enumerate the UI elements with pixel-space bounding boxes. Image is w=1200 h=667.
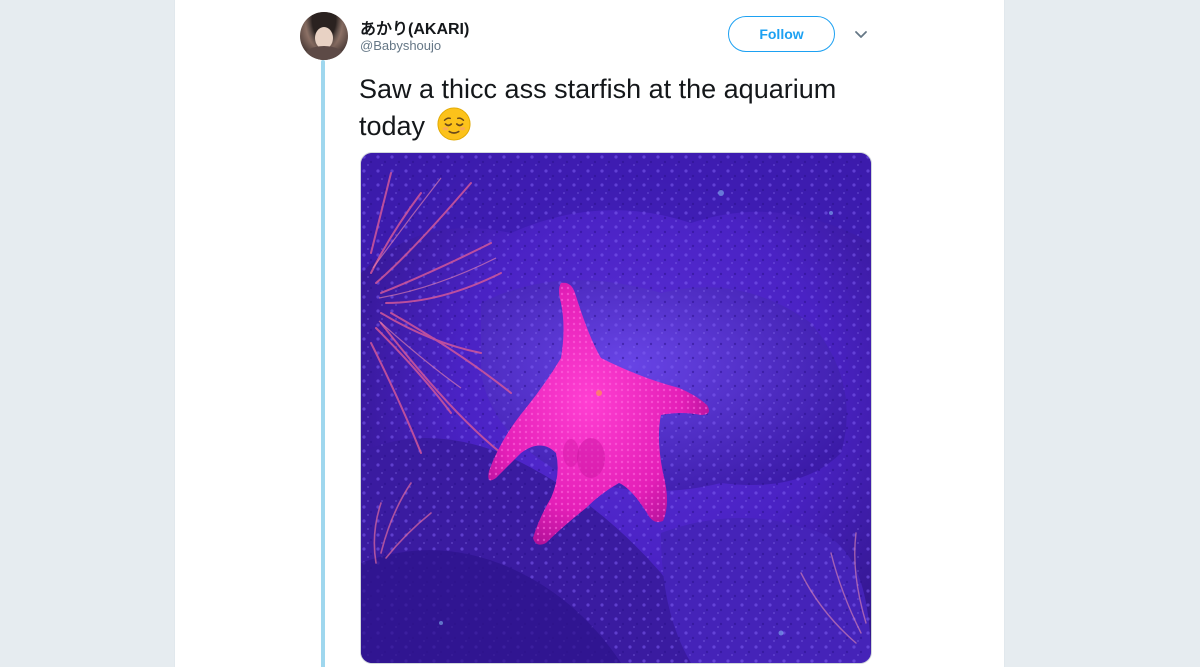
avatar-shoulders <box>304 46 344 60</box>
tweet-text: Saw a thicc ass starfish at the aquarium… <box>359 72 899 144</box>
thread-connector-line <box>321 60 325 667</box>
avatar[interactable] <box>300 12 348 60</box>
relieved-face-emoji-icon <box>437 107 471 141</box>
tweet-photo[interactable] <box>360 152 872 664</box>
author-display-name[interactable]: あかり(AKARI) <box>360 15 469 39</box>
author-username[interactable]: @Babyshoujo <box>360 38 441 53</box>
tweet-text-line-1: Saw a thicc ass starfish at the aquarium <box>359 74 837 104</box>
starfish-photo-image <box>361 153 871 663</box>
tweet-text-line-2: today <box>359 111 426 141</box>
chevron-down-icon[interactable] <box>853 26 869 42</box>
follow-button[interactable]: Follow <box>728 16 835 52</box>
tweet-card: あかり(AKARI) @Babyshoujo Follow Saw a thic… <box>174 0 1005 667</box>
